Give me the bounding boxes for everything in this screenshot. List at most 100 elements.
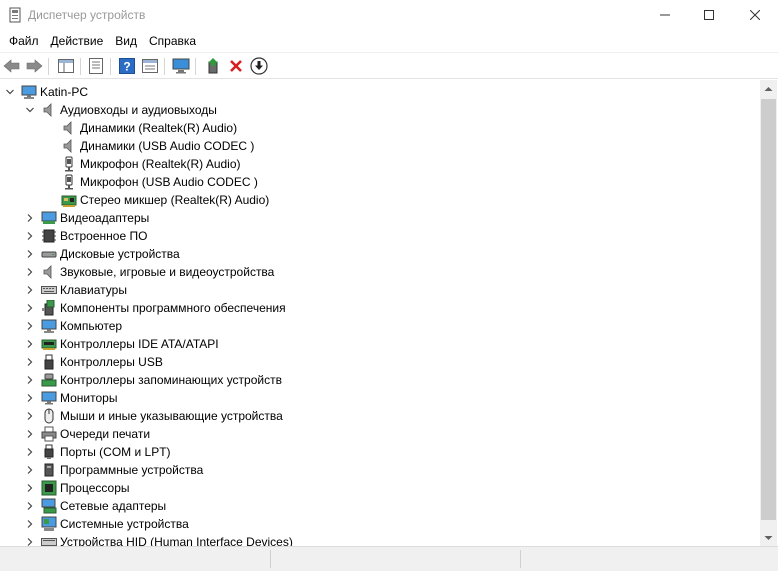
chevron-right-icon[interactable]: [24, 479, 36, 497]
chevron-right-icon[interactable]: [24, 515, 36, 533]
back-button[interactable]: [2, 56, 22, 76]
svg-text:?: ?: [123, 60, 130, 74]
hid-device-icon: [41, 534, 57, 546]
display-adapter-icon: [41, 210, 57, 226]
chevron-right-icon[interactable]: [24, 461, 36, 479]
software-component-icon: [41, 300, 57, 316]
tree-category[interactable]: Сетевые адаптеры: [24, 497, 166, 515]
tree-category[interactable]: Программные устройства: [24, 461, 203, 479]
maximize-button[interactable]: [686, 0, 732, 30]
status-separator: [270, 550, 271, 568]
tree-category[interactable]: Встроенное ПО: [24, 227, 147, 245]
tree-category-label: Очереди печати: [60, 427, 151, 441]
update-driver-button[interactable]: [203, 56, 223, 76]
chevron-right-icon[interactable]: [24, 263, 36, 281]
status-bar: [0, 546, 778, 571]
keyboard-icon: [41, 282, 57, 298]
scroll-down-arrow-icon: [764, 535, 773, 540]
chevron-right-icon[interactable]: [24, 407, 36, 425]
menu-view[interactable]: Вид: [109, 30, 143, 52]
close-button[interactable]: [732, 0, 778, 30]
chevron-right-icon[interactable]: [24, 443, 36, 461]
tree-category[interactable]: Контроллеры IDE ATA/ATAPI: [24, 335, 219, 353]
tree-category[interactable]: Порты (COM и LPT): [24, 443, 171, 461]
show-hide-tree-button[interactable]: [56, 56, 76, 76]
tree-category[interactable]: Компьютер: [24, 317, 122, 335]
tree-category[interactable]: Контроллеры USB: [24, 353, 163, 371]
tree-category[interactable]: Мониторы: [24, 389, 117, 407]
tree-device[interactable]: Динамики (Realtek(R) Audio): [61, 119, 237, 137]
chevron-right-icon[interactable]: [24, 299, 36, 317]
properties-button[interactable]: [86, 56, 106, 76]
forward-button[interactable]: [24, 56, 44, 76]
tree-category[interactable]: Видеоадаптеры: [24, 209, 149, 227]
title-bar: Диспетчер устройств: [0, 0, 778, 30]
chevron-right-icon[interactable]: [24, 371, 36, 389]
tree-category[interactable]: Аудиовходы и аудиовыходы: [24, 101, 217, 119]
chevron-down-icon[interactable]: [4, 83, 16, 101]
tree-category-label: Аудиовходы и аудиовыходы: [60, 103, 217, 117]
tree-device[interactable]: Микрофон (Realtek(R) Audio): [61, 155, 241, 173]
tree-device-label: Динамики (Realtek(R) Audio): [80, 121, 238, 135]
tree-category-label: Дисковые устройства: [60, 247, 180, 261]
toolbar: ?: [0, 52, 778, 79]
menu-action[interactable]: Действие: [45, 30, 110, 52]
chevron-right-icon[interactable]: [24, 533, 36, 546]
tree-device[interactable]: Микрофон (USB Audio CODEC ): [61, 173, 258, 191]
ide-controller-icon: [41, 336, 57, 352]
uninstall-x-icon: [230, 60, 242, 72]
tree-category[interactable]: Системные устройства: [24, 515, 189, 533]
tree-category-label: Мониторы: [60, 391, 118, 405]
back-arrow-icon: [3, 59, 20, 73]
tree-category[interactable]: Звуковые, игровые и видеоустройства: [24, 263, 274, 281]
system-devices-icon: [41, 516, 57, 532]
tree-category[interactable]: Процессоры: [24, 479, 130, 497]
chevron-right-icon[interactable]: [24, 389, 36, 407]
scroll-thumb[interactable]: [761, 99, 776, 520]
menu-file[interactable]: Файл: [3, 30, 45, 52]
minimize-button[interactable]: [642, 0, 688, 30]
chevron-right-icon[interactable]: [24, 425, 36, 443]
tree-device-label: Стерео микшер (Realtek(R) Audio): [80, 193, 270, 207]
download-driver-button[interactable]: [249, 56, 269, 76]
microphone-icon: [61, 174, 77, 190]
speaker-icon: [61, 138, 77, 154]
chevron-down-icon[interactable]: [24, 101, 36, 119]
uninstall-button[interactable]: [226, 56, 246, 76]
speaker-icon: [61, 120, 77, 136]
chevron-right-icon[interactable]: [24, 281, 36, 299]
scan-hardware-button[interactable]: [171, 56, 191, 76]
sound-card-icon: [61, 192, 77, 208]
chevron-right-icon[interactable]: [24, 497, 36, 515]
tree-category[interactable]: Очереди печати: [24, 425, 150, 443]
toolbar-separator: [164, 58, 165, 75]
menu-help[interactable]: Справка: [143, 30, 202, 52]
chevron-right-icon[interactable]: [24, 317, 36, 335]
scan-hardware-monitor-icon: [172, 58, 190, 74]
software-device-icon: [41, 462, 57, 478]
forward-arrow-icon: [26, 59, 43, 73]
tree-category[interactable]: Контроллеры запоминающих устройств: [24, 371, 282, 389]
chevron-right-icon[interactable]: [24, 209, 36, 227]
download-driver-icon: [250, 57, 268, 75]
close-icon: [750, 10, 760, 20]
device-tree[interactable]: Katin-PC Аудиовходы и аудиовыходы Динами…: [0, 80, 760, 546]
tree-root[interactable]: Katin-PC: [4, 83, 88, 101]
tree-category[interactable]: Дисковые устройства: [24, 245, 180, 263]
action-view-button[interactable]: [140, 56, 160, 76]
tree-category[interactable]: Мыши и иные указывающие устройства: [24, 407, 283, 425]
chevron-right-icon[interactable]: [24, 227, 36, 245]
chevron-right-icon[interactable]: [24, 245, 36, 263]
tree-device[interactable]: Динамики (USB Audio CODEC ): [61, 137, 254, 155]
tree-category[interactable]: Клавиатуры: [24, 281, 127, 299]
tree-category[interactable]: Компоненты программного обеспечения: [24, 299, 286, 317]
tree-category[interactable]: Устройства HID (Human Interface Devices): [24, 533, 293, 546]
help-button[interactable]: ?: [117, 56, 137, 76]
vertical-scrollbar[interactable]: [760, 80, 777, 546]
chevron-right-icon[interactable]: [24, 353, 36, 371]
scroll-up-button[interactable]: [760, 80, 777, 97]
tree-category-label: Клавиатуры: [60, 283, 127, 297]
chevron-right-icon[interactable]: [24, 335, 36, 353]
tree-device[interactable]: Стерео микшер (Realtek(R) Audio): [61, 191, 269, 209]
scroll-down-button[interactable]: [760, 529, 777, 546]
